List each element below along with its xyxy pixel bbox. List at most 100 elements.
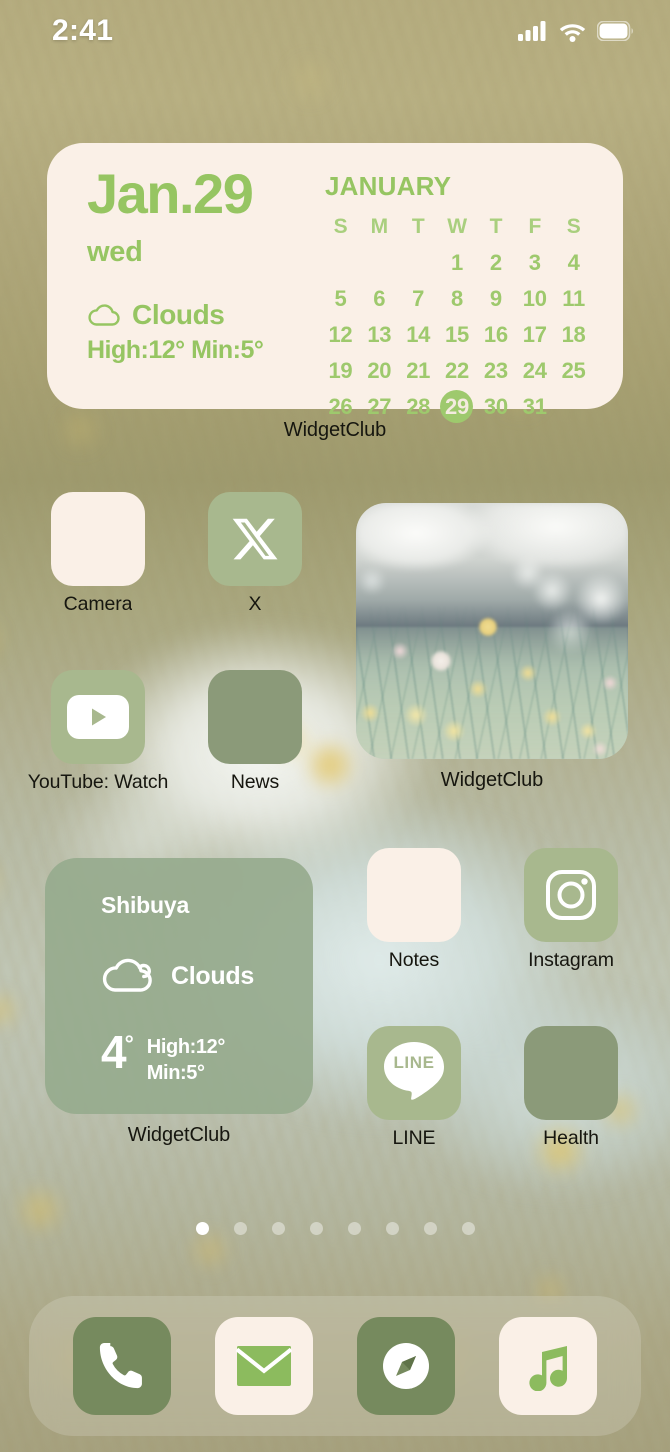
weather-widget[interactable]: Shibuya Clouds 4° High:12° Min:5°	[45, 858, 313, 1114]
app-label: Camera	[63, 595, 133, 615]
page-dot[interactable]	[309, 1222, 323, 1235]
calendar-weekday-header: S	[566, 215, 581, 238]
calendar-day[interactable]: 8	[438, 283, 477, 314]
x-app-icon[interactable]	[208, 492, 302, 586]
app-youtube[interactable]: YouTube: Watch	[28, 670, 168, 793]
page-dot[interactable]	[347, 1222, 361, 1235]
mail-app-icon[interactable]	[215, 1317, 313, 1415]
calendar-day[interactable]: 29	[438, 390, 477, 423]
calendar-day[interactable]: 12	[321, 319, 360, 350]
calendar-day[interactable]: 18	[554, 319, 593, 350]
phone-icon	[99, 1343, 142, 1389]
page-dot[interactable]	[461, 1222, 475, 1235]
calendar-day[interactable]: 24	[515, 355, 554, 386]
calendar-day-empty	[554, 391, 593, 422]
calendar-weekday-header: S	[333, 215, 348, 238]
calendar-day[interactable]: 27	[360, 391, 399, 422]
calendar-widget[interactable]: Jan.29 wed Clouds High:12° Min:5° JANUAR…	[47, 143, 623, 423]
status-bar-time: 2:41	[52, 14, 114, 47]
app-row-c: Notes Instagram	[360, 848, 625, 971]
app-row-d: LINE LINE Health	[360, 1026, 625, 1149]
calendar-weekday-header: F	[528, 215, 541, 238]
signal-bars-icon	[518, 21, 546, 41]
calendar-day[interactable]: 30	[476, 391, 515, 422]
app-line[interactable]: LINE LINE	[360, 1026, 468, 1149]
line-bubble-icon	[384, 1042, 444, 1100]
dock	[29, 1296, 641, 1436]
calendar-temps: High:12° Min:5°	[87, 336, 264, 365]
calendar-day[interactable]: 9	[476, 283, 515, 314]
phone-app-icon[interactable]	[73, 1317, 171, 1415]
app-camera[interactable]: Camera	[44, 492, 152, 615]
app-x[interactable]: X	[201, 492, 309, 615]
app-row-b: YouTube: Watch News	[28, 670, 309, 793]
news-app-icon[interactable]	[208, 670, 302, 764]
calendar-day[interactable]: 4	[554, 247, 593, 278]
status-bar-indicators	[518, 20, 634, 42]
calendar-day[interactable]: 20	[360, 355, 399, 386]
instagram-camera-icon	[546, 870, 596, 920]
calendar-month: JANUARY	[325, 171, 452, 201]
calendar-widget-label: WidgetClub	[283, 419, 387, 441]
photo-widget[interactable]	[356, 503, 628, 759]
weather-city: Shibuya	[101, 892, 190, 918]
youtube-app-icon[interactable]	[51, 670, 145, 764]
calendar-day[interactable]: 2	[476, 247, 515, 278]
app-label: Instagram	[528, 951, 614, 971]
page-indicator-dots[interactable]	[0, 1222, 670, 1235]
line-logo-text: LINE	[393, 1053, 435, 1072]
calendar-date: Jan.29	[87, 162, 254, 225]
camera-app-icon[interactable]	[51, 492, 145, 586]
calendar-day[interactable]: 15	[438, 319, 477, 350]
safari-app-icon[interactable]	[357, 1317, 455, 1415]
calendar-day[interactable]: 6	[360, 283, 399, 314]
music-app-icon[interactable]	[499, 1317, 597, 1415]
battery-icon	[597, 21, 633, 41]
calendar-day[interactable]: 19	[321, 355, 360, 386]
app-instagram[interactable]: Instagram	[517, 848, 625, 971]
calendar-day[interactable]: 21	[399, 355, 438, 386]
calendar-day[interactable]: 28	[399, 391, 438, 422]
wifi-icon	[559, 23, 586, 42]
app-notes[interactable]: Notes	[360, 848, 468, 971]
calendar-day[interactable]: 16	[476, 319, 515, 350]
app-health[interactable]: Health	[517, 1026, 625, 1149]
calendar-day[interactable]: 11	[554, 283, 593, 314]
status-bar: 2:41	[0, 0, 670, 62]
calendar-day[interactable]: 10	[515, 283, 554, 314]
calendar-day[interactable]: 14	[399, 319, 438, 350]
page-dot[interactable]	[271, 1222, 285, 1235]
page-dot[interactable]	[233, 1222, 247, 1235]
calendar-day[interactable]: 7	[399, 283, 438, 314]
weather-temp-row: 4° High:12° Min:5°	[101, 1029, 313, 1087]
weather-temp-value: 4	[101, 1026, 127, 1078]
page-dot[interactable]	[195, 1222, 209, 1235]
page-dot[interactable]	[385, 1222, 399, 1235]
line-app-icon[interactable]: LINE	[367, 1026, 461, 1120]
calendar-weekday-header: W	[447, 215, 467, 238]
calendar-day[interactable]: 23	[476, 355, 515, 386]
calendar-day[interactable]: 26	[321, 391, 360, 422]
compass-icon	[383, 1343, 429, 1389]
calendar-weekday: wed	[87, 236, 143, 269]
instagram-app-icon[interactable]	[524, 848, 618, 942]
weather-condition-row: Clouds	[101, 957, 313, 995]
calendar-weekday-header: M	[370, 215, 389, 238]
notes-app-icon[interactable]	[367, 848, 461, 942]
health-app-icon[interactable]	[524, 1026, 618, 1120]
app-row-a: Camera X	[44, 492, 309, 615]
page-dot[interactable]	[423, 1222, 437, 1235]
play-button-icon	[67, 695, 129, 739]
app-label: YouTube: Watch	[27, 773, 169, 793]
calendar-day[interactable]: 5	[321, 283, 360, 314]
calendar-weekday-header: T	[489, 215, 503, 238]
app-news[interactable]: News	[201, 670, 309, 793]
calendar-weekday-header: T	[411, 215, 425, 238]
calendar-day[interactable]: 31	[515, 391, 554, 422]
calendar-day[interactable]: 25	[554, 355, 593, 386]
calendar-day[interactable]: 13	[360, 319, 399, 350]
calendar-day[interactable]: 3	[515, 247, 554, 278]
calendar-day[interactable]: 1	[438, 247, 477, 278]
calendar-day[interactable]: 22	[438, 355, 477, 386]
calendar-day[interactable]: 17	[515, 319, 554, 350]
